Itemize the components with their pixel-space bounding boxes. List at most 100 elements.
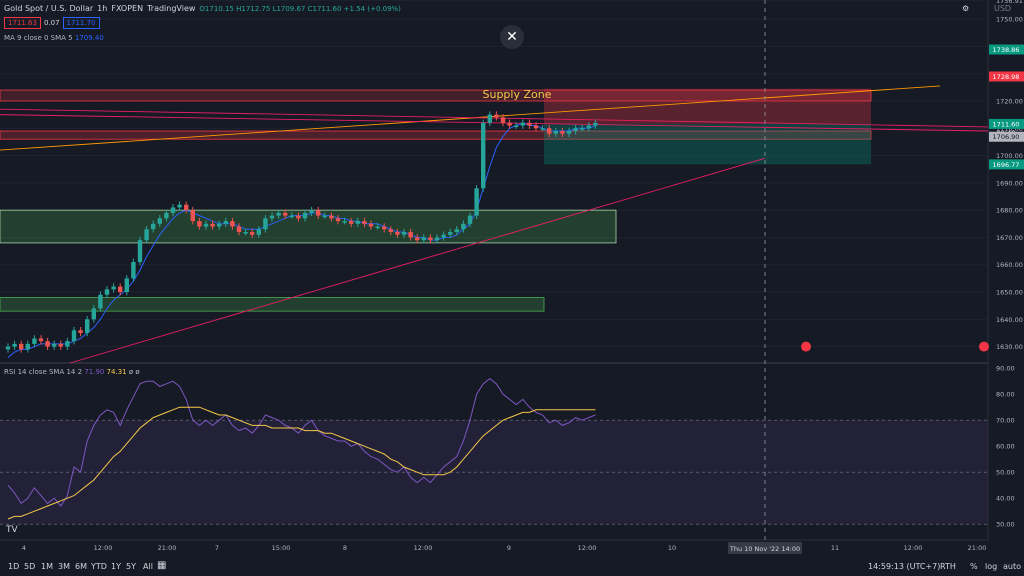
candle-body bbox=[58, 343, 63, 347]
ma-label: MA 9 close 0 SMA 5 bbox=[4, 34, 73, 42]
time-tick-label: 21:00 bbox=[158, 544, 177, 552]
range-1m[interactable]: 1M bbox=[41, 562, 53, 571]
interval[interactable]: 1h bbox=[97, 4, 107, 13]
candle-body bbox=[98, 294, 103, 309]
candle-body bbox=[520, 122, 525, 126]
candle-body bbox=[382, 226, 387, 230]
rsi-tick-label: 80.00 bbox=[996, 391, 1015, 399]
candle-body bbox=[19, 343, 24, 350]
candle-body bbox=[12, 343, 17, 347]
range-all[interactable]: All bbox=[143, 562, 153, 571]
candle-body bbox=[137, 240, 143, 263]
candle-body bbox=[283, 212, 288, 216]
trendline-support bbox=[69, 157, 766, 364]
candle-body bbox=[85, 319, 90, 333]
candle-body bbox=[197, 221, 202, 227]
candle-body bbox=[230, 221, 235, 227]
tradingview-logo: TV bbox=[5, 525, 18, 535]
candle-body bbox=[190, 210, 195, 222]
time-tick-label: 12:00 bbox=[414, 544, 433, 552]
candle-body bbox=[164, 212, 169, 219]
time-tick-label: 9 bbox=[507, 544, 511, 552]
auto-toggle[interactable]: auto bbox=[1003, 562, 1021, 571]
provider: TradingView bbox=[147, 4, 196, 13]
time-tick-label: 12:00 bbox=[578, 544, 597, 552]
candle-body bbox=[487, 114, 492, 123]
price-tag-label: 1706.90 bbox=[993, 133, 1020, 141]
rsi-sma-value: 74.31 bbox=[106, 368, 127, 376]
position-target-area bbox=[544, 123, 871, 165]
candle-body bbox=[243, 231, 248, 234]
time-tick-label: 8 bbox=[343, 544, 347, 552]
time-tick-label: 4 bbox=[22, 544, 26, 552]
price-tag-label: 1696.77 bbox=[993, 161, 1020, 169]
candle-body bbox=[474, 188, 479, 216]
ma-legend[interactable]: MA 9 close 0 SMA 5 1709.40 bbox=[4, 34, 104, 42]
candle-body bbox=[104, 289, 110, 295]
crosshair-time-label: Thu 10 Nov '22 14:00 bbox=[729, 545, 800, 553]
candle-body bbox=[461, 223, 466, 230]
range-1d[interactable]: 1D bbox=[8, 562, 19, 571]
candle-body bbox=[144, 229, 149, 241]
candle-body bbox=[71, 330, 77, 342]
candle-body bbox=[533, 125, 539, 129]
calendar-icon[interactable]: ▦ bbox=[157, 560, 166, 571]
candle-body bbox=[25, 343, 30, 350]
candle-body bbox=[322, 215, 327, 218]
time-tick-label: 12:00 bbox=[904, 544, 923, 552]
candle-body bbox=[52, 343, 57, 347]
range-5y[interactable]: 5Y bbox=[126, 562, 136, 571]
candle-body bbox=[421, 237, 426, 241]
candle-body bbox=[78, 330, 83, 333]
rsi-legend[interactable]: RSI 14 close SMA 14 2 71.90 74.31 ø ø bbox=[4, 368, 140, 376]
price-tag-label: 1738.86 bbox=[993, 46, 1020, 54]
price-tick-label: 1670.00 bbox=[996, 234, 1023, 242]
clock-time[interactable]: 14:59:13 (UTC+7) bbox=[868, 562, 940, 571]
candle-body bbox=[514, 125, 519, 128]
candle-body bbox=[289, 215, 294, 218]
currency-label[interactable]: USD bbox=[994, 4, 1011, 13]
candle-body bbox=[223, 221, 228, 224]
candle-body bbox=[448, 231, 453, 235]
range-6m[interactable]: 6M bbox=[75, 562, 87, 571]
price-tick-label: 1700.00 bbox=[996, 152, 1023, 160]
candle-body bbox=[388, 229, 393, 232]
time-tick-label: 11 bbox=[831, 544, 839, 552]
time-tick-label: 10 bbox=[668, 544, 676, 552]
time-tick-label: 15:00 bbox=[272, 544, 291, 552]
bid-button[interactable]: 1711.63 bbox=[4, 17, 41, 29]
candle-body bbox=[151, 223, 156, 230]
candle-body bbox=[540, 128, 545, 130]
chart-header: Gold Spot / U.S. Dollar 1h FXOPEN Tradin… bbox=[4, 4, 401, 13]
candle-body bbox=[296, 215, 301, 219]
rsi-tick-label: 40.00 bbox=[996, 495, 1015, 503]
candle-body bbox=[467, 215, 473, 224]
percent-toggle[interactable]: % bbox=[970, 562, 978, 571]
candle-body bbox=[210, 223, 215, 227]
range-3m[interactable]: 3M bbox=[58, 562, 70, 571]
demand-zone-box bbox=[0, 209, 617, 244]
settings-icon[interactable]: ⚙ bbox=[962, 4, 969, 13]
candle-body bbox=[5, 346, 11, 350]
close-icon[interactable]: ✕ bbox=[500, 25, 524, 49]
rsi-value: 71.90 bbox=[84, 368, 105, 376]
bid-ask-row: 1711.63 0.07 1711.70 bbox=[4, 17, 100, 29]
candle-body bbox=[507, 122, 512, 126]
chart-canvas[interactable]: Supply Zone1756.911750.001740.001730.001… bbox=[0, 0, 1024, 576]
price-tag-label: 1728.98 bbox=[993, 73, 1020, 81]
ask-button[interactable]: 1711.70 bbox=[62, 17, 100, 29]
range-5d[interactable]: 5D bbox=[24, 562, 35, 571]
range-1y[interactable]: 1Y bbox=[111, 562, 121, 571]
candle-body bbox=[157, 218, 162, 224]
price-tick-label: 1640.00 bbox=[996, 316, 1023, 324]
range-ytd[interactable]: YTD bbox=[91, 562, 107, 571]
candle-body bbox=[494, 114, 499, 118]
candle-body bbox=[586, 125, 591, 129]
candle-body bbox=[362, 221, 367, 224]
exchange: FXOPEN bbox=[111, 4, 144, 13]
symbol-title[interactable]: Gold Spot / U.S. Dollar bbox=[4, 4, 93, 13]
candle-body bbox=[236, 226, 242, 232]
candle-body bbox=[481, 122, 486, 189]
log-toggle[interactable]: log bbox=[985, 562, 997, 571]
session-toggle[interactable]: RTH bbox=[940, 562, 956, 571]
